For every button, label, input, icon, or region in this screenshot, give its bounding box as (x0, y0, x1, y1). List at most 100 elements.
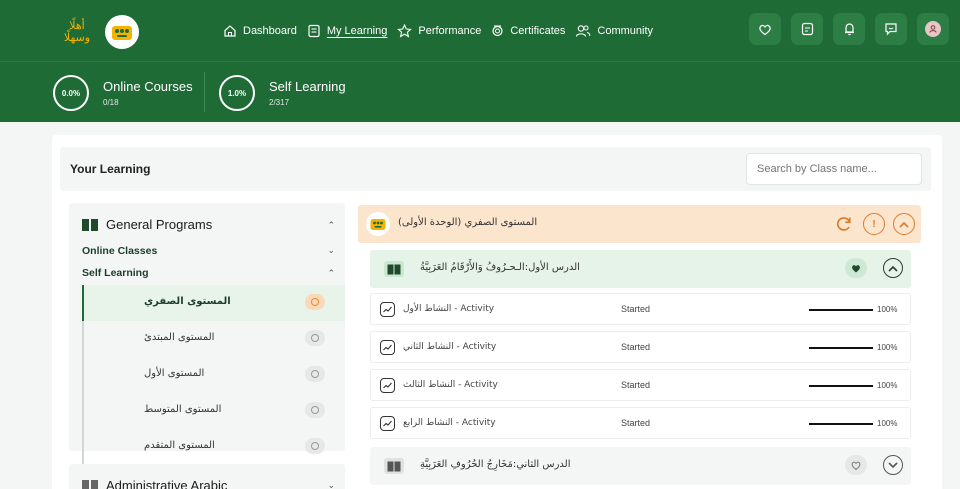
chevron-up-icon[interactable]: ⌃ (327, 268, 335, 279)
lesson-actions (845, 258, 903, 278)
group-header: Administrative Arabic (82, 478, 227, 489)
level-label: المستوى المتقدم (144, 440, 215, 451)
lesson-row[interactable]: الدرس الأول:الـحـرُوفُ وَالأَرْقَامُ الع… (370, 250, 911, 288)
nav-actions (749, 13, 960, 45)
nav-certificates[interactable]: Certificates (491, 24, 565, 38)
chevron-up-icon[interactable]: ⌃ (327, 220, 335, 231)
unit-logo-icon (366, 212, 390, 236)
nav-dashboard[interactable]: Dashboard (223, 24, 297, 38)
heart-icon[interactable] (845, 258, 867, 278)
notes-button[interactable] (791, 13, 823, 45)
nav-community-label: Community (597, 25, 654, 37)
online-courses-count: 0/18 (103, 98, 119, 107)
group-title: General Programs (106, 217, 213, 232)
level-item-advanced[interactable]: المستوى المتقدم (82, 429, 345, 465)
brand-logo[interactable]: أهلًا وسهلًا (55, 14, 145, 50)
activity-name: النشاط الثاني - Activity (403, 342, 497, 352)
activity-progress-label: 100% (877, 305, 898, 314)
activity-chart-icon (380, 378, 395, 393)
level-progress-badge (305, 402, 325, 418)
book-icon (384, 261, 404, 277)
page-title: Your Learning (70, 162, 151, 176)
bell-icon (844, 23, 854, 36)
chevron-up-icon[interactable] (883, 258, 903, 278)
top-navigation: أهلًا وسهلًا Dashboard My Learning Perfo… (0, 0, 960, 61)
activity-chart-icon (380, 302, 395, 317)
programs-sidebar: General Programs ⌃ Online Classes ⌄ Self… (69, 203, 345, 465)
nav-dashboard-label: Dashboard (243, 25, 297, 37)
class-search-input[interactable] (746, 153, 922, 185)
chevron-down-icon[interactable] (883, 455, 903, 475)
unit-header[interactable]: المستوى الصفري (الوحدة الأولى) ! (358, 205, 921, 243)
nav-performance[interactable]: Performance (397, 24, 481, 38)
heart-icon (759, 24, 771, 35)
nav-community[interactable]: Community (575, 24, 653, 38)
heart-icon[interactable] (845, 455, 867, 475)
favorites-button[interactable] (749, 13, 781, 45)
lesson-row[interactable]: الدرس الثاني:مَخَارِجُ الحُرُوفِ العَرَب… (370, 447, 911, 485)
notes-icon (801, 22, 813, 36)
activity-status: Started (621, 342, 651, 352)
nav-performance-label: Performance (418, 25, 482, 37)
activity-progress-label: 100% (877, 419, 898, 428)
refresh-icon[interactable] (833, 213, 855, 235)
activity-chart-icon (380, 340, 395, 355)
logo-badge-icon (105, 15, 139, 49)
progress-summary: 0.0% Online Courses 0/18 1.0% Self Learn… (0, 61, 960, 122)
group-general-programs[interactable]: General Programs (82, 217, 212, 232)
activity-status: Started (621, 380, 651, 390)
lesson-actions (845, 455, 903, 475)
activity-name: النشاط الأول - Activity (403, 304, 495, 314)
activity-row[interactable]: النشاط الأول - Activity Started 100% (370, 293, 911, 325)
level-label: المستوى المتوسط (144, 404, 222, 415)
level-item-first[interactable]: المستوى الأول (82, 357, 345, 393)
level-label: المستوى الصفري (144, 296, 231, 307)
certificate-icon (492, 25, 503, 37)
self-learning-ring: 1.0% (219, 75, 255, 111)
activity-row[interactable]: النشاط الرابع - Activity Started 100% (370, 407, 911, 439)
learning-header: Your Learning (60, 147, 931, 191)
level-label: المستوى المبتدئ (144, 332, 215, 343)
group-administrative-arabic[interactable]: Administrative Arabic ⌄ (69, 464, 345, 489)
level-progress-badge (305, 438, 325, 454)
level-item-beginner[interactable]: المستوى المبتدئ (82, 321, 345, 357)
activity-progress-bar (809, 385, 873, 387)
activity-progress-bar (809, 423, 873, 425)
chevron-down-icon[interactable]: ⌄ (327, 245, 335, 256)
messages-button[interactable] (875, 13, 907, 45)
book-icon (384, 458, 404, 474)
activity-name: النشاط الثالث - Activity (403, 380, 498, 390)
chevron-down-icon[interactable]: ⌄ (327, 480, 335, 489)
chevron-up-icon[interactable] (893, 213, 915, 235)
activity-row[interactable]: النشاط الثاني - Activity Started 100% (370, 331, 911, 363)
self-learning-progress[interactable]: 1.0% Self Learning 2/317 (219, 75, 346, 111)
activity-row[interactable]: النشاط الثالث - Activity Started 100% (370, 369, 911, 401)
lesson-title: الدرس الأول:الـحـرُوفُ وَالأَرْقَامُ الع… (420, 262, 580, 273)
level-progress-badge (305, 366, 325, 382)
sidebar-item-self-learning[interactable]: Self Learning (82, 267, 149, 279)
online-courses-title: Online Courses (103, 79, 193, 94)
activity-progress-bar (809, 347, 873, 349)
online-courses-ring: 0.0% (53, 75, 89, 111)
document-icon (308, 24, 320, 38)
user-avatar-button[interactable] (917, 13, 949, 45)
level-progress-badge (305, 294, 325, 310)
info-icon[interactable]: ! (863, 213, 885, 235)
user-icon (925, 21, 941, 37)
self-learning-count: 2/317 (269, 98, 290, 107)
book-icon (82, 218, 98, 231)
home-icon (224, 25, 236, 37)
nav-my-learning-label: My Learning (326, 25, 388, 37)
level-item-intermediate[interactable]: المستوى المتوسط (82, 393, 345, 429)
users-icon (576, 25, 591, 37)
notifications-button[interactable] (833, 13, 865, 45)
sidebar-item-online-classes[interactable]: Online Classes (82, 245, 157, 257)
logo-text: أهلًا وسهلًا (63, 19, 91, 44)
level-item-zero[interactable]: المستوى الصفري (82, 285, 345, 321)
activity-progress-label: 100% (877, 343, 898, 352)
online-courses-progress[interactable]: 0.0% Online Courses 0/18 (53, 75, 193, 111)
nav-certificates-label: Certificates (510, 25, 566, 37)
nav-my-learning[interactable]: My Learning (307, 24, 388, 38)
group-title: Administrative Arabic (106, 478, 228, 489)
self-learning-title: Self Learning (269, 79, 346, 94)
